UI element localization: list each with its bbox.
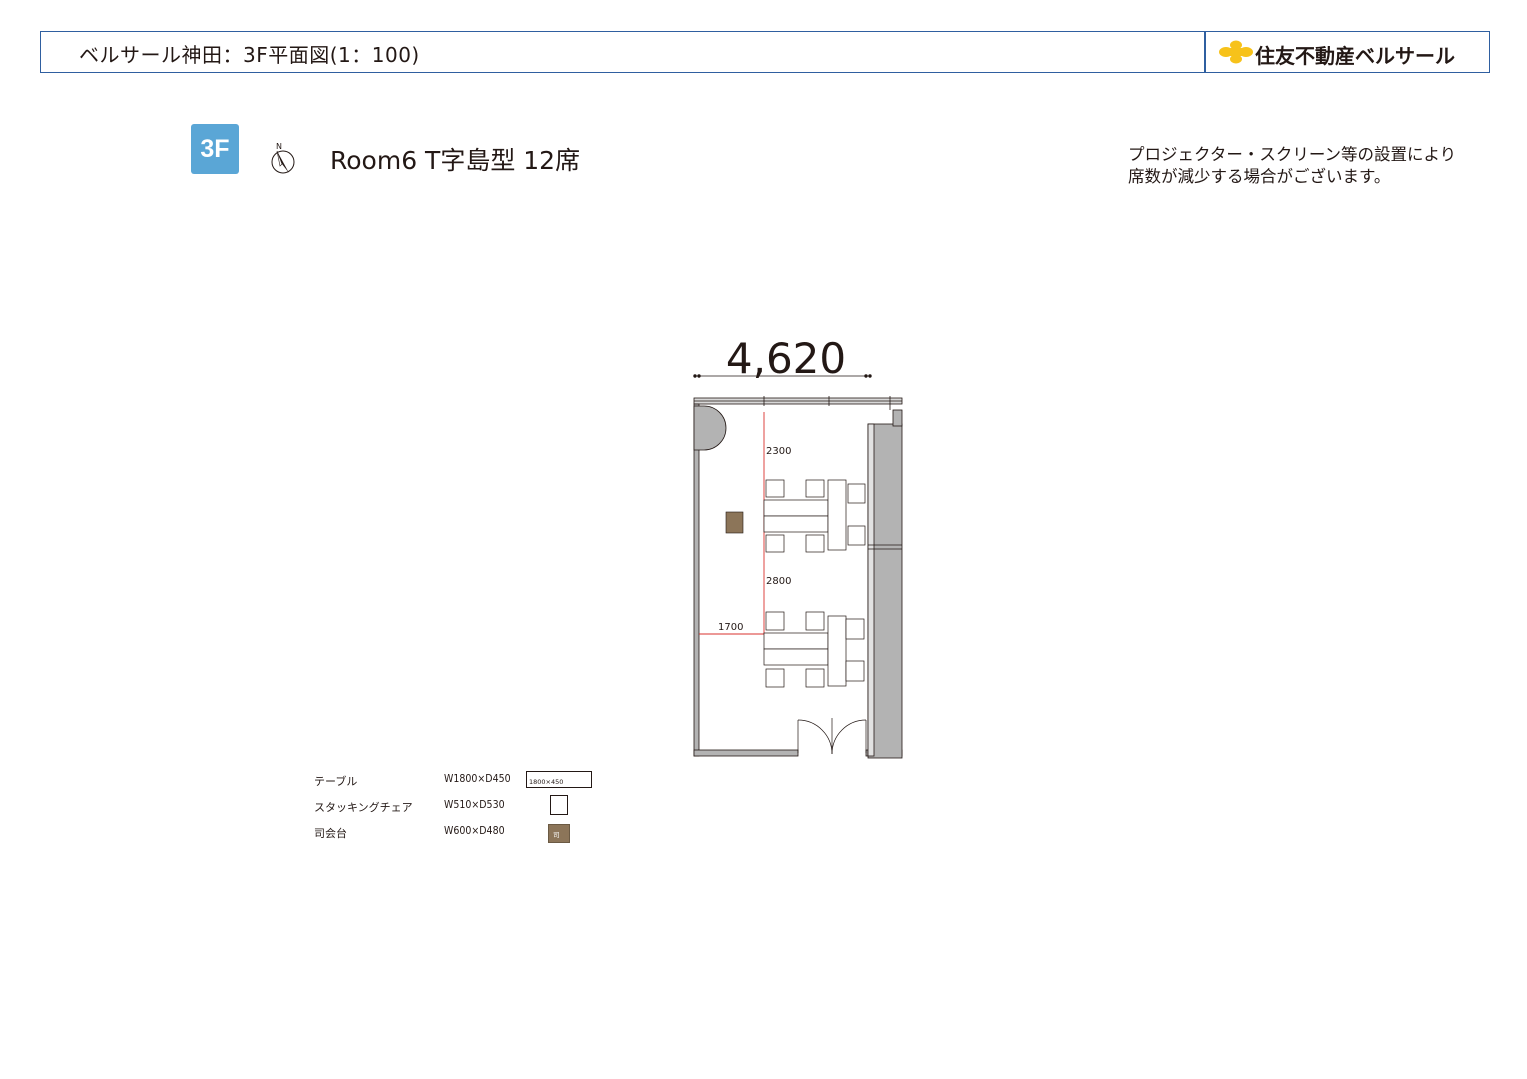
- dimension-2300: 2300: [766, 446, 791, 457]
- legend-swatch-table: 1800×450: [526, 771, 592, 788]
- sumitomo-logo-icon: [1219, 40, 1253, 64]
- podium: [725, 511, 744, 534]
- legend-spec: W600×D480: [444, 825, 505, 837]
- header-divider: [1204, 32, 1206, 72]
- legend-swatch-podium: 司: [548, 824, 570, 843]
- legend-spec: W510×D530: [444, 799, 505, 811]
- table-group-1: [763, 479, 866, 553]
- legend-name: 司会台: [314, 827, 347, 840]
- legend-row-table: テーブル W1800×D450 1800×450: [314, 770, 614, 790]
- legend-spec: W1800×D450: [444, 773, 511, 785]
- floor-badge: 3F: [191, 124, 239, 174]
- legend-name: スタッキングチェア: [314, 801, 413, 814]
- room-title: Room6 T字島型 12席: [330, 146, 581, 175]
- legend-swatch-label: 司: [553, 831, 560, 839]
- table-group-2: [763, 611, 865, 688]
- note-line-2: 席数が減少する場合がございます。: [1128, 167, 1391, 186]
- legend-row-chair: スタッキングチェア W510×D530: [314, 795, 614, 816]
- brand-name: 住友不動産ベルサール: [1255, 44, 1455, 68]
- north-label: N: [276, 142, 282, 151]
- note-line-1: プロジェクター・スクリーン等の設置により: [1128, 145, 1457, 164]
- door: [797, 718, 867, 755]
- furniture-legend: テーブル W1800×D450 1800×450 スタッキングチェア W510×…: [314, 770, 614, 850]
- window-top: [693, 396, 903, 410]
- dimension-2800: 2800: [766, 576, 791, 587]
- legend-name: テーブル: [314, 775, 358, 788]
- floor-plan: 4,620 2300 2800 1700: [693, 334, 903, 759]
- header-bar: ベルサール神田：3F平面図(1：100) 住友不動産ベルサール: [40, 31, 1490, 73]
- column-curve: [693, 405, 727, 451]
- dimension-1700: 1700: [718, 622, 743, 633]
- legend-row-podium: 司会台 W600×D480 司: [314, 822, 614, 843]
- legend-swatch-chair: [550, 795, 568, 815]
- seating-note: プロジェクター・スクリーン等の設置により 席数が減少する場合がございます。: [1128, 144, 1456, 188]
- north-arrow-icon: N: [271, 142, 295, 174]
- page-title: ベルサール神田：3F平面図(1：100): [79, 43, 420, 67]
- legend-swatch-label: 1800×450: [529, 778, 564, 786]
